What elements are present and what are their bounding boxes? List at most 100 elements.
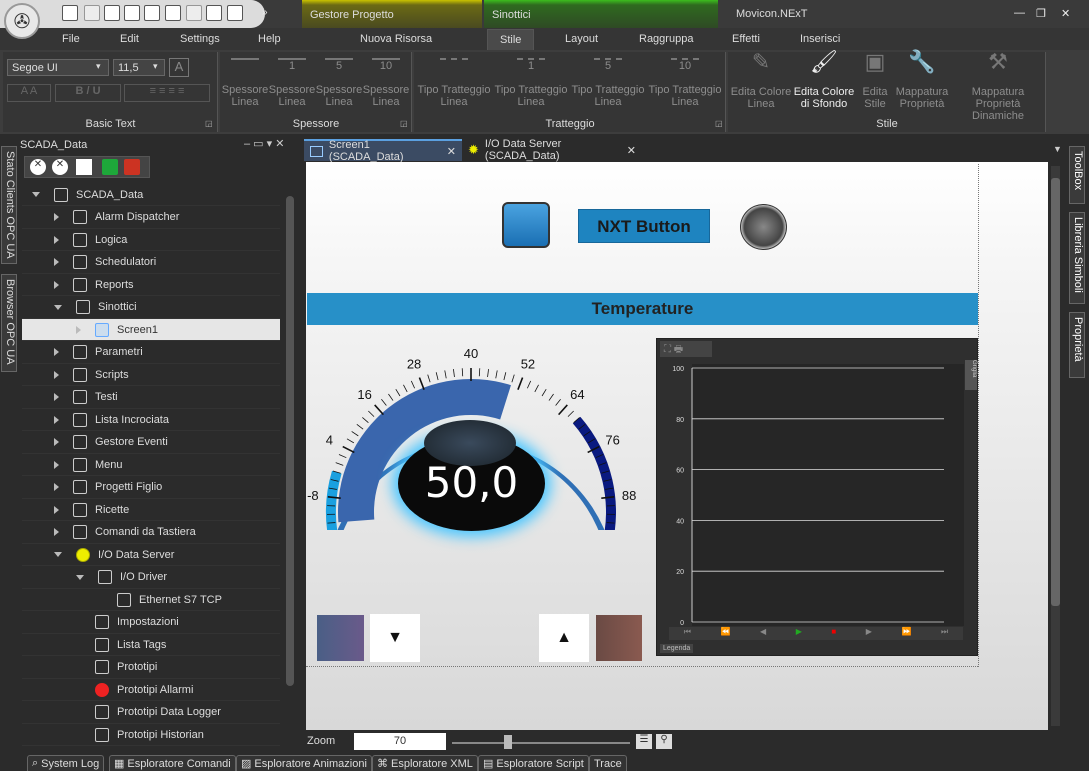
tree-item-menu[interactable]: Menu	[22, 454, 280, 476]
tree-item-ricette[interactable]: Ricette	[22, 499, 280, 521]
menu-settings[interactable]: Settings	[180, 33, 220, 45]
tab-esploratore-xml[interactable]: ⌘ Esploratore XML	[372, 755, 478, 771]
forward-icon[interactable]: ▶	[866, 627, 872, 640]
zoom-input[interactable]: 70	[354, 733, 446, 750]
tree-item-comandi-da-tastiera[interactable]: Comandi da Tastiera	[22, 522, 280, 544]
tree-item-alarm-dispatcher[interactable]: Alarm Dispatcher	[22, 207, 280, 229]
run-icon[interactable]	[102, 159, 118, 175]
tree-item-prototipi-historian[interactable]: Prototipi Historian	[22, 724, 280, 746]
context-tab-gestore[interactable]: Gestore Progetto	[302, 0, 482, 28]
fast-forward-icon[interactable]: ⏩	[901, 627, 911, 640]
menu-layout[interactable]: Layout	[565, 33, 598, 45]
side-tab-browser-opc[interactable]: Browser OPC UA	[1, 274, 17, 372]
expand-arrow-icon[interactable]	[54, 280, 59, 289]
nxt-button[interactable]: NXT Button	[578, 209, 710, 243]
stop-icon[interactable]: ■	[831, 627, 836, 640]
menu-edit[interactable]: Edit	[120, 33, 139, 45]
spessore-linea-button-4[interactable]: 10 Spessore Linea	[362, 58, 410, 108]
mappatura-proprieta-dinamiche-button[interactable]: ⚒ Mappatura Proprietà Dinamiche	[950, 51, 1046, 123]
tree-item-parametri[interactable]: Parametri	[22, 342, 280, 364]
menu-file[interactable]: File	[62, 33, 80, 45]
tipo-tratteggio-button-1[interactable]: Tipo Tratteggio Linea	[416, 58, 492, 108]
spessore-linea-button-2[interactable]: 1 Spessore Linea	[268, 58, 316, 108]
tree-item-progetti-figlio[interactable]: Progetti Figlio	[22, 477, 280, 499]
expand-arrow-icon[interactable]	[54, 552, 62, 557]
mappatura-proprieta-button[interactable]: 🔧 Mappatura Proprietà	[894, 51, 950, 111]
expand-arrow-icon[interactable]	[54, 348, 59, 356]
tab-esploratore-animazioni[interactable]: ▨ Esploratore Animazioni	[236, 755, 372, 771]
list-icon[interactable]: ☰	[636, 734, 652, 749]
tree-item-screen1[interactable]: Screen1	[22, 319, 280, 341]
zoom-slider-thumb[interactable]	[504, 735, 512, 749]
expand-arrow-icon[interactable]	[54, 370, 59, 379]
save-icon[interactable]	[84, 5, 100, 21]
back-icon[interactable]: ◀	[760, 627, 766, 640]
tab-system-log[interactable]: ⌕ System Log	[27, 755, 105, 771]
print-icon[interactable]	[206, 5, 222, 21]
edita-colore-sfondo-button[interactable]: 🖌 Edita Colore di Sfondo	[792, 51, 856, 111]
tree-item-ethernet-s7-tcp[interactable]: Ethernet S7 TCP	[22, 589, 280, 611]
tab-esploratore-script[interactable]: ▤ Esploratore Script	[478, 755, 589, 771]
expand-arrow-icon[interactable]	[54, 415, 59, 424]
play-icon[interactable]: ▶	[796, 627, 802, 640]
font-color-icon[interactable]: A	[169, 58, 189, 77]
chevron-down-icon[interactable]: ▾	[96, 61, 101, 72]
menu-raggruppa[interactable]: Raggruppa	[639, 33, 693, 45]
expand-arrow-icon[interactable]	[76, 325, 81, 334]
tree-item-lista-incrociata[interactable]: Lista Incrociata	[22, 409, 280, 431]
stop-icon[interactable]	[124, 159, 140, 175]
location-pin-icon[interactable]: ⚲	[656, 734, 672, 749]
right-tab-libreria-simboli[interactable]: Libreria Simboli	[1069, 212, 1085, 304]
redo-icon[interactable]	[186, 5, 202, 21]
tree-item-i-o-driver[interactable]: I/O Driver	[22, 567, 280, 589]
expand-arrow-icon[interactable]	[54, 304, 62, 310]
chart-navigation[interactable]: ⏮ ⏪ ◀ ▶ ■ ▶ ⏩ ⏭	[669, 627, 963, 640]
dialog-launcher-icon[interactable]: ◲	[715, 119, 723, 128]
tree-item-logica[interactable]: Logica	[22, 229, 280, 251]
tree-item-prototipi-data-logger[interactable]: Prototipi Data Logger	[22, 702, 280, 724]
expand-arrow-icon[interactable]	[76, 574, 84, 580]
delete-icon[interactable]: ✕	[52, 159, 68, 175]
chevron-down-icon[interactable]: ▼	[1053, 144, 1062, 154]
bold-italic-underline-icon[interactable]: B / U	[55, 84, 121, 102]
close-icon[interactable]: ✕	[1061, 7, 1070, 20]
restore-icon[interactable]: ❐	[1036, 7, 1046, 20]
last-icon[interactable]: ⏭	[941, 627, 948, 640]
menu-nuova-risorsa[interactable]: Nuova Risorsa	[360, 33, 432, 45]
copy-icon[interactable]	[76, 159, 92, 175]
copy-icon[interactable]	[124, 5, 140, 21]
expand-arrow-icon[interactable]	[54, 235, 59, 244]
dialog-launcher-icon[interactable]: ◲	[400, 119, 408, 128]
tipo-tratteggio-button-3[interactable]: 5 Tipo Tratteggio Linea	[570, 58, 646, 108]
decrease-button[interactable]: ▼	[370, 614, 420, 662]
right-tab-toolbox[interactable]: ToolBox	[1069, 146, 1085, 204]
tab-trace[interactable]: Trace	[589, 755, 627, 771]
expand-arrow-icon[interactable]	[54, 258, 59, 266]
qat-more-icon[interactable]: »	[262, 7, 268, 18]
tree-item-prototipi[interactable]: Prototipi	[22, 657, 280, 679]
side-tab-stato-clients[interactable]: Stato Clients OPC UA	[1, 146, 17, 264]
expand-arrow-icon[interactable]	[54, 505, 59, 514]
close-tab-icon[interactable]: ✕	[447, 145, 456, 158]
expand-arrow-icon[interactable]	[54, 213, 59, 221]
rewind-icon[interactable]: ⏪	[721, 627, 731, 640]
new-icon[interactable]	[62, 5, 78, 21]
tree-item-gestore-eventi[interactable]: Gestore Eventi	[22, 432, 280, 454]
expand-arrow-icon[interactable]	[54, 438, 59, 446]
expand-arrow-icon[interactable]	[54, 393, 59, 401]
tree-item-sinottici[interactable]: Sinottici	[22, 297, 280, 319]
window-icon[interactable]	[227, 5, 243, 21]
expand-arrow-icon[interactable]	[54, 483, 59, 491]
paste-icon[interactable]	[144, 5, 160, 21]
tree-item-scada-data[interactable]: SCADA_Data	[22, 184, 280, 206]
tree-item-testi[interactable]: Testi	[22, 387, 280, 409]
tree-scrollbar[interactable]	[286, 196, 294, 686]
edita-stile-button[interactable]: ▣ Edita Stile	[856, 51, 894, 111]
tipo-tratteggio-button-4[interactable]: 10 Tipo Tratteggio Linea	[647, 58, 723, 108]
spessore-linea-button-1[interactable]: Spessore Linea	[221, 58, 269, 108]
edita-colore-linea-button[interactable]: ✎ Edita Colore Linea	[730, 51, 792, 111]
tab-screen1[interactable]: Screen1 (SCADA_Data) ✕	[304, 139, 462, 163]
tipo-tratteggio-button-2[interactable]: 1 Tipo Tratteggio Linea	[493, 58, 569, 108]
save-all-icon[interactable]	[104, 5, 120, 21]
chart-legend-button[interactable]: Legenda	[660, 644, 694, 653]
